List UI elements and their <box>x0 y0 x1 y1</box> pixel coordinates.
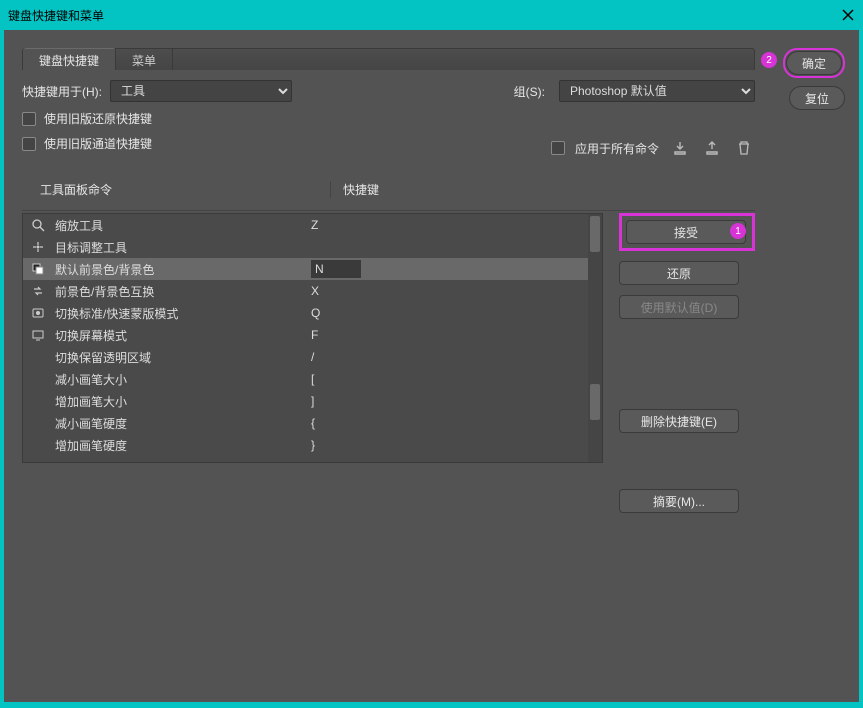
shortcut-input[interactable] <box>311 260 361 278</box>
shortcut-list[interactable]: 缩放工具Z目标调整工具默认前景色/背景色前景色/背景色互换X切换标准/快速蒙版模… <box>22 213 603 463</box>
accept-highlight: 接受 1 <box>619 213 755 251</box>
table-row[interactable]: 切换保留透明区域/ <box>23 346 602 368</box>
delete-shortcut-button[interactable]: 删除快捷键(E) <box>619 409 739 433</box>
table-row[interactable]: 增加画笔硬度} <box>23 434 602 456</box>
table-row[interactable]: 增加画笔大小] <box>23 390 602 412</box>
table-row[interactable]: 减小画笔硬度{ <box>23 412 602 434</box>
window-title: 键盘快捷键和菜单 <box>8 7 841 24</box>
row-name: 目标调整工具 <box>51 239 311 256</box>
save-set-as-icon[interactable] <box>701 137 723 159</box>
row-name: 默认前景色/背景色 <box>51 261 311 278</box>
table-row[interactable]: 缩放工具Z <box>23 214 602 236</box>
close-icon[interactable] <box>841 8 855 22</box>
tab-bar: 键盘快捷键 菜单 <box>22 48 755 70</box>
dialog-body: 键盘快捷键 菜单 快捷键用于(H): 工具 组(S): Photoshop 默认… <box>4 30 859 702</box>
table-row[interactable]: 减小画笔大小[ <box>23 368 602 390</box>
row-shortcut: X <box>311 284 602 298</box>
row-name: 前景色/背景色互换 <box>51 283 311 300</box>
accept-button[interactable]: 接受 <box>626 220 746 244</box>
use-default-button[interactable]: 使用默认值(D) <box>619 295 739 319</box>
badge-1: 1 <box>730 223 746 239</box>
save-set-icon[interactable] <box>669 137 691 159</box>
row-shortcut: [ <box>311 372 602 386</box>
scrollbar-thumb-top[interactable] <box>590 216 600 252</box>
target-icon <box>31 240 51 254</box>
revert-button[interactable]: 还原 <box>619 261 739 285</box>
legacy-undo-label: 使用旧版还原快捷键 <box>44 110 152 127</box>
scrollbar[interactable] <box>588 214 602 462</box>
row-shortcut: } <box>311 438 602 452</box>
header-command: 工具面板命令 <box>40 181 330 198</box>
apply-all-checkbox[interactable] <box>551 141 565 155</box>
row-name: 切换保留透明区域 <box>51 349 311 366</box>
row-shortcut: F <box>311 328 602 342</box>
row-name: 减小画笔大小 <box>51 371 311 388</box>
header-shortcut: 快捷键 <box>330 181 755 198</box>
screen-icon <box>31 328 51 342</box>
zoom-icon <box>31 218 51 232</box>
row-name: 切换标准/快速蒙版模式 <box>51 305 311 322</box>
mask-icon <box>31 306 51 320</box>
row-shortcut: { <box>311 416 602 430</box>
row-name: 切换屏幕模式 <box>51 327 311 344</box>
titlebar: 键盘快捷键和菜单 <box>0 0 863 30</box>
list-headers: 工具面板命令 快捷键 <box>22 181 755 211</box>
badge-2: 2 <box>761 52 777 68</box>
row-name: 减小画笔硬度 <box>51 415 311 432</box>
group-select[interactable]: Photoshop 默认值 <box>559 80 755 102</box>
row-shortcut: Q <box>311 306 602 320</box>
usedfor-label: 快捷键用于(H): <box>22 83 102 100</box>
row-shortcut <box>311 260 602 278</box>
swap-icon <box>31 284 51 298</box>
legacy-undo-checkbox[interactable] <box>22 112 36 126</box>
row-name: 增加画笔硬度 <box>51 437 311 454</box>
tab-shortcuts[interactable]: 键盘快捷键 <box>23 48 116 70</box>
row-shortcut: / <box>311 350 602 364</box>
table-row[interactable]: 切换屏幕模式F <box>23 324 602 346</box>
ok-button[interactable]: 确定 <box>786 51 842 75</box>
ok-highlight: 确定 <box>783 48 845 78</box>
table-row[interactable]: 目标调整工具 <box>23 236 602 258</box>
scrollbar-thumb[interactable] <box>590 384 600 420</box>
table-row[interactable]: 前景色/背景色互换X <box>23 280 602 302</box>
trash-icon[interactable] <box>733 137 755 159</box>
row-name: 缩放工具 <box>51 217 311 234</box>
summary-button[interactable]: 摘要(M)... <box>619 489 739 513</box>
table-row[interactable]: 默认前景色/背景色 <box>23 258 602 280</box>
table-row[interactable]: 切换标准/快速蒙版模式Q <box>23 302 602 324</box>
legacy-channel-checkbox[interactable] <box>22 137 36 151</box>
row-name: 增加画笔大小 <box>51 393 311 410</box>
swatch-icon <box>31 262 51 276</box>
row-shortcut: Z <box>311 218 602 232</box>
tab-menus[interactable]: 菜单 <box>116 49 173 70</box>
usedfor-select[interactable]: 工具 <box>110 80 292 102</box>
legacy-channel-label: 使用旧版通道快捷键 <box>44 135 152 152</box>
apply-all-label: 应用于所有命令 <box>575 140 659 157</box>
row-shortcut: ] <box>311 394 602 408</box>
reset-button[interactable]: 复位 <box>789 86 845 110</box>
group-label: 组(S): <box>514 83 545 100</box>
